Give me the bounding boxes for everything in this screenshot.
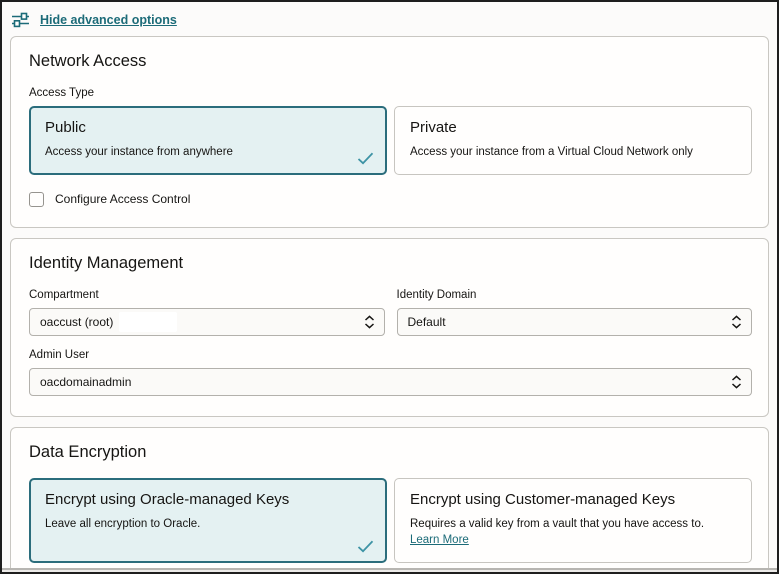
hide-advanced-options-link[interactable]: Hide advanced options — [12, 12, 177, 28]
identity-domain-field: Identity Domain Default — [397, 289, 753, 336]
advanced-options-panel: Hide advanced options Network Access Acc… — [0, 0, 779, 574]
admin-user-select[interactable]: oacdomainadmin — [29, 368, 752, 396]
chevron-updown-icon — [364, 315, 375, 329]
chevron-updown-icon — [731, 375, 742, 389]
customer-managed-keys-tile[interactable]: Encrypt using Customer-managed Keys Requ… — [394, 478, 752, 563]
redacted-text — [119, 312, 177, 332]
compartment-value: oaccust (root) — [40, 315, 113, 329]
configure-access-control-checkbox[interactable] — [29, 192, 44, 207]
tile-description: Leave all encryption to Oracle. — [45, 516, 371, 533]
access-type-private-tile[interactable]: Private Access your instance from a Virt… — [394, 106, 752, 175]
access-type-tiles: Public Access your instance from anywher… — [29, 106, 752, 175]
identity-domain-select[interactable]: Default — [397, 308, 753, 336]
admin-user-field: Admin User oacdomainadmin — [29, 349, 752, 396]
tile-description: Access your instance from a Virtual Clou… — [410, 144, 736, 161]
admin-user-value: oacdomainadmin — [40, 375, 131, 389]
tile-title: Encrypt using Customer-managed Keys — [410, 491, 736, 508]
access-type-public-tile[interactable]: Public Access your instance from anywher… — [29, 106, 387, 175]
learn-more-link[interactable]: Learn More — [410, 534, 469, 546]
oracle-managed-keys-tile[interactable]: Encrypt using Oracle-managed Keys Leave … — [29, 478, 387, 563]
data-encryption-title: Data Encryption — [29, 443, 752, 462]
configure-access-control-row: Configure Access Control — [29, 192, 752, 207]
tile-title: Private — [410, 119, 736, 136]
tile-description: Requires a valid key from a vault that y… — [410, 516, 736, 549]
identity-domain-label: Identity Domain — [397, 289, 753, 301]
advanced-options-header: Hide advanced options — [2, 2, 777, 36]
compartment-label: Compartment — [29, 289, 385, 301]
hide-advanced-options-label[interactable]: Hide advanced options — [40, 13, 177, 27]
network-access-section: Network Access Access Type Public Access… — [10, 36, 769, 228]
encryption-tiles: Encrypt using Oracle-managed Keys Leave … — [29, 478, 752, 563]
checkmark-icon — [357, 152, 374, 165]
bottom-band — [2, 570, 777, 572]
identity-domain-value: Default — [408, 315, 446, 329]
network-access-title: Network Access — [29, 52, 752, 71]
access-type-label: Access Type — [29, 87, 752, 99]
tile-title: Encrypt using Oracle-managed Keys — [45, 491, 371, 508]
checkmark-icon — [357, 540, 374, 553]
admin-user-label: Admin User — [29, 349, 752, 361]
tile-title: Public — [45, 119, 371, 136]
tile-description: Access your instance from anywhere — [45, 144, 371, 161]
sliders-icon — [12, 12, 30, 28]
compartment-select[interactable]: oaccust (root) — [29, 308, 385, 336]
data-encryption-section: Data Encryption Encrypt using Oracle-man… — [10, 427, 769, 574]
configure-access-control-label: Configure Access Control — [55, 192, 190, 206]
identity-management-section: Identity Management Compartment oaccust … — [10, 238, 769, 417]
chevron-updown-icon — [731, 315, 742, 329]
identity-form-grid: Compartment oaccust (root) Identity Doma… — [29, 289, 752, 336]
compartment-field: Compartment oaccust (root) — [29, 289, 385, 336]
identity-management-title: Identity Management — [29, 254, 752, 273]
